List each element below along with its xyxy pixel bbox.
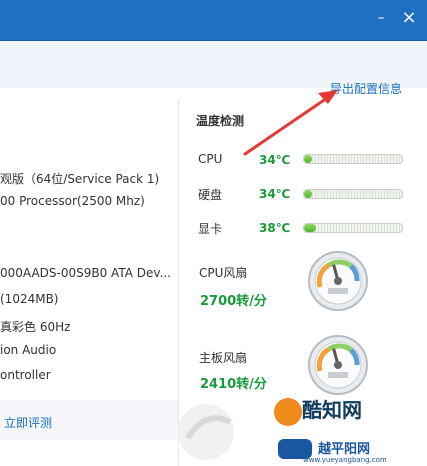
network-spec: ontroller xyxy=(0,368,51,382)
minimize-button[interactable]: – xyxy=(373,10,389,26)
cpu-fan-label: CPU风扇 xyxy=(199,266,248,280)
motherboard-fan-speed: 2410转/分 xyxy=(200,377,267,392)
watermark-url: www.yueyangbang.com xyxy=(303,456,387,464)
cpu-temp-value: 34℃ xyxy=(259,153,291,167)
minimize-icon: – xyxy=(377,10,385,26)
cpu-fan-gauge-icon xyxy=(308,251,368,311)
disk-temp-bar xyxy=(303,189,403,199)
disk-temp-label: 硬盘 xyxy=(198,188,223,202)
display-spec: 真彩色 60Hz xyxy=(0,320,71,334)
watermark-brand-secondary: 越平阳网 xyxy=(318,442,371,457)
title-bar: – × xyxy=(0,0,427,41)
cpu-temp-label: CPU xyxy=(198,152,223,166)
gpu-temp-label: 显卡 xyxy=(198,222,223,236)
cpu-temp-bar xyxy=(303,154,403,164)
gpu-temp-value: 38℃ xyxy=(259,221,291,235)
audio-spec: ion Audio xyxy=(0,343,57,357)
evaluate-now-link[interactable]: 立即评测 xyxy=(4,414,52,431)
memory-spec: (1024MB) xyxy=(0,292,59,306)
watermark-brand: 酷知网 xyxy=(302,398,362,422)
export-config-link[interactable]: 导出配置信息 xyxy=(330,80,402,97)
motherboard-fan-gauge-icon xyxy=(308,335,368,395)
cpu-temp-fill xyxy=(304,155,312,163)
window-controls: – × xyxy=(373,7,417,28)
gpu-temp-bar xyxy=(303,223,403,233)
close-icon: × xyxy=(401,7,417,28)
disk-spec: 000AADS-00S9B0 ATA Dev... xyxy=(0,266,171,280)
close-button[interactable]: × xyxy=(401,7,417,28)
cpu-spec: 00 Processor(2500 Mhz) xyxy=(0,194,145,208)
temperature-section-title: 温度检测 xyxy=(196,114,245,128)
disk-temp-fill xyxy=(304,190,312,198)
motherboard-fan-label: 主板风扇 xyxy=(199,351,248,365)
disk-temp-value: 34℃ xyxy=(259,187,291,201)
cpu-fan-speed: 2700转/分 xyxy=(200,294,267,309)
gpu-temp-fill xyxy=(304,224,316,232)
os-spec: 观版（64位/Service Pack 1) xyxy=(0,172,160,186)
